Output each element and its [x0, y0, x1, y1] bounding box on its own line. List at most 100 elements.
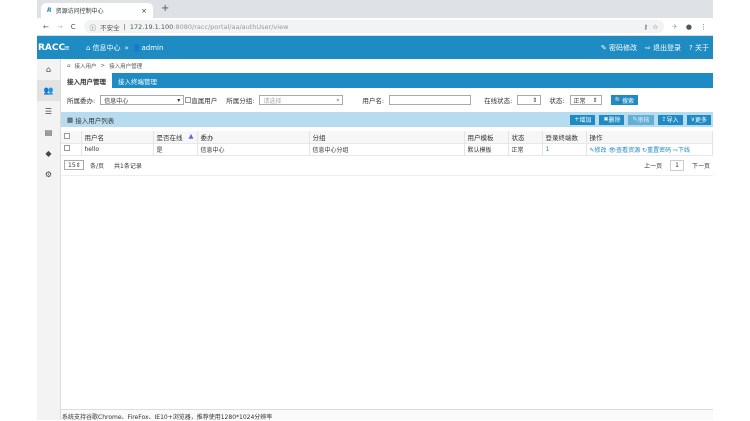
key-icon[interactable]: ⚷: [643, 23, 648, 31]
header-crumb-user[interactable]: admin: [141, 44, 163, 52]
profile-icon[interactable]: ●: [686, 23, 692, 31]
page-size-select[interactable]: 15 ⇕: [64, 160, 84, 170]
state-label: 状态:: [549, 97, 565, 105]
username-input[interactable]: [389, 95, 472, 105]
col-state[interactable]: 状态: [508, 131, 543, 144]
more-button[interactable]: ∨ 更多: [686, 114, 711, 125]
home-icon: ⌂: [86, 43, 91, 52]
col-username[interactable]: 用户名: [81, 131, 154, 144]
info-icon: ⓘ: [89, 23, 97, 32]
col-terminals[interactable]: 登录终端数: [542, 131, 587, 144]
table-row: hello 是 信息中心 信息中心分组 默认模板 正常 1 ✎修改 👁查看资源 …: [61, 143, 713, 156]
cell-state: 正常: [508, 143, 543, 156]
table-header-row: 用户名 是否在线 ▲ 委办 分组 用户模板 状态 登录终端数 操作: [61, 131, 713, 144]
direct-checkbox[interactable]: 直属用户: [185, 95, 217, 105]
select-all-checkbox[interactable]: [64, 132, 70, 139]
database-icon[interactable]: ▤: [37, 122, 60, 143]
group-select[interactable]: 请选择 ▾: [259, 95, 344, 105]
browser-tab[interactable]: R 资源访问控制中心 ×: [41, 3, 153, 18]
sidebar: ⌂ 👥 ☰ ▤ ◆ ⚙: [37, 59, 61, 420]
back-icon[interactable]: ←: [43, 23, 49, 31]
app-header: RACC ≡ ⌂ 信息中心» 👤 admin ✎ 密码修改 ⇨ 退出登录? 关于: [37, 36, 713, 59]
users-icon[interactable]: 👥: [37, 80, 60, 101]
extension-icon[interactable]: ✈: [672, 23, 678, 31]
breadcrumb-item[interactable]: 接入用户: [75, 62, 97, 70]
cube-icon[interactable]: ◆: [37, 143, 60, 164]
favicon-icon: R: [47, 7, 52, 14]
col-online[interactable]: 是否在线 ▲: [153, 131, 198, 144]
cell-group: 信息中心分组: [309, 143, 465, 156]
url-input[interactable]: ⓘ 不安全 | 172.19.1.100:8080/racc/portal/aa/au…: [83, 20, 665, 33]
row-checkbox[interactable]: [64, 145, 70, 151]
import-button[interactable]: ⇪ 导入: [657, 114, 683, 125]
pagination-bar: 15 ⇕ 条/页 共1条记录 上一页 1 下一页: [61, 156, 713, 176]
url-host: 172.19.1.100: [129, 22, 174, 31]
group-label: 所属分组:: [226, 97, 255, 105]
logout-link[interactable]: ⇨ 退出登录: [645, 43, 681, 53]
list-icon[interactable]: ☰: [37, 101, 60, 122]
breadcrumb-item: 接入用户管理: [109, 64, 143, 70]
star-icon[interactable]: ☆: [652, 23, 658, 31]
search-button[interactable]: 🔍 搜索: [610, 95, 639, 105]
url-path: :8080/racc/portal/aa/authUser/view: [173, 22, 289, 31]
home-icon: ⌂: [67, 63, 71, 69]
add-button[interactable]: + 增加: [570, 114, 596, 125]
col-group[interactable]: 分组: [309, 131, 465, 144]
list-title: 接入用户列表: [75, 116, 115, 125]
online-label: 在线状态:: [484, 97, 513, 105]
col-org[interactable]: 委办: [197, 131, 310, 144]
cell-terminals-link[interactable]: 1: [542, 143, 587, 156]
prev-page-button[interactable]: 上一页: [644, 161, 662, 170]
breadcrumb: ⌂ 接入用户 > 接入用户管理: [67, 62, 143, 70]
delete-button[interactable]: ✖ 删除: [599, 114, 625, 125]
status-bar: 系统支持谷歌Chrome、FireFox、IE10+浏览器，推荐使用1280*1…: [61, 409, 713, 421]
cell-ops: ✎修改 👁查看资源 ↻重置密码 ⇨下线: [586, 143, 713, 156]
col-template[interactable]: 用户模板: [464, 131, 509, 144]
main-content: ⌂ 接入用户 > 接入用户管理 接入用户管理 接入终端管理 所属委办: 信息中心 ▾ 直…: [61, 59, 713, 421]
reload-icon[interactable]: C: [71, 23, 76, 31]
close-icon[interactable]: ×: [141, 7, 147, 15]
col-ops: 操作: [586, 131, 713, 144]
home-icon[interactable]: ⌂: [37, 59, 60, 80]
org-select[interactable]: 信息中心 ▾: [100, 95, 185, 105]
per-page-label: 条/页: [90, 162, 105, 170]
change-password-link[interactable]: ✎ 密码修改: [601, 43, 637, 53]
gears-icon[interactable]: ⚙: [37, 164, 60, 185]
tab-title: 资源访问控制中心: [55, 8, 104, 15]
cell-org: 信息中心: [197, 143, 310, 156]
forward-icon[interactable]: →: [57, 23, 63, 31]
address-bar-row: ← → C ⓘ 不安全 | 172.19.1.100:8080/racc/portal/a…: [37, 18, 713, 36]
about-link[interactable]: ? 关于: [689, 43, 709, 53]
reset-password-link[interactable]: ↻重置密码: [642, 147, 671, 154]
user-icon: 👤: [132, 43, 142, 52]
new-tab-icon[interactable]: +: [161, 3, 169, 14]
user-table: 用户名 是否在线 ▲ 委办 分组 用户模板 状态 登录终端数 操作 hello …: [61, 131, 713, 156]
filter-bar: 所属委办: 信息中心 ▾ 直属用户 所属分组: 请选择 ▾ 用户名: 在线状态: ⇕…: [61, 88, 713, 105]
org-label: 所属委办:: [67, 97, 96, 105]
view-resource-link[interactable]: 👁查看资源: [608, 147, 640, 154]
cell-online: 是: [153, 143, 198, 156]
menu-icon[interactable]: ⋮: [700, 23, 707, 31]
edit-link[interactable]: ✎修改: [590, 147, 607, 154]
tab-terminal-management[interactable]: 接入终端管理: [112, 73, 163, 88]
cell-username: hello: [81, 143, 154, 156]
browser-tabbar: R 资源访问控制中心 × +: [37, 0, 713, 18]
header-crumb-org[interactable]: 信息中心: [92, 43, 120, 53]
state-select[interactable]: 正常 ⇕: [569, 95, 602, 105]
tab-user-management[interactable]: 接入用户管理: [61, 73, 112, 88]
hamburger-icon[interactable]: ≡: [64, 44, 86, 52]
online-select[interactable]: ⇕: [517, 95, 542, 105]
total-records: 共1条记录: [114, 162, 142, 170]
offline-link[interactable]: ⇨下线: [673, 147, 690, 154]
next-page-button[interactable]: 下一页: [692, 161, 710, 170]
username-label: 用户名:: [362, 97, 385, 105]
cell-template: 默认模板: [464, 143, 509, 156]
list-header: ▦ 接入用户列表 + 增加 ✖ 删除 ✎ 审核 ⇪ 导入 ∨ 更多: [61, 112, 713, 127]
insecure-label: 不安全: [100, 23, 120, 32]
audit-button[interactable]: ✎ 审核: [628, 114, 654, 125]
page-1-button[interactable]: 1: [670, 159, 684, 171]
table-icon: ▦: [67, 115, 76, 124]
sort-asc-icon[interactable]: ▲: [189, 132, 194, 140]
page-tabs: 接入用户管理 接入终端管理: [61, 73, 713, 88]
browser-window: R 资源访问控制中心 × + ← → C ⓘ 不安全 | 172.19.1.100:8080/…: [37, 0, 713, 421]
